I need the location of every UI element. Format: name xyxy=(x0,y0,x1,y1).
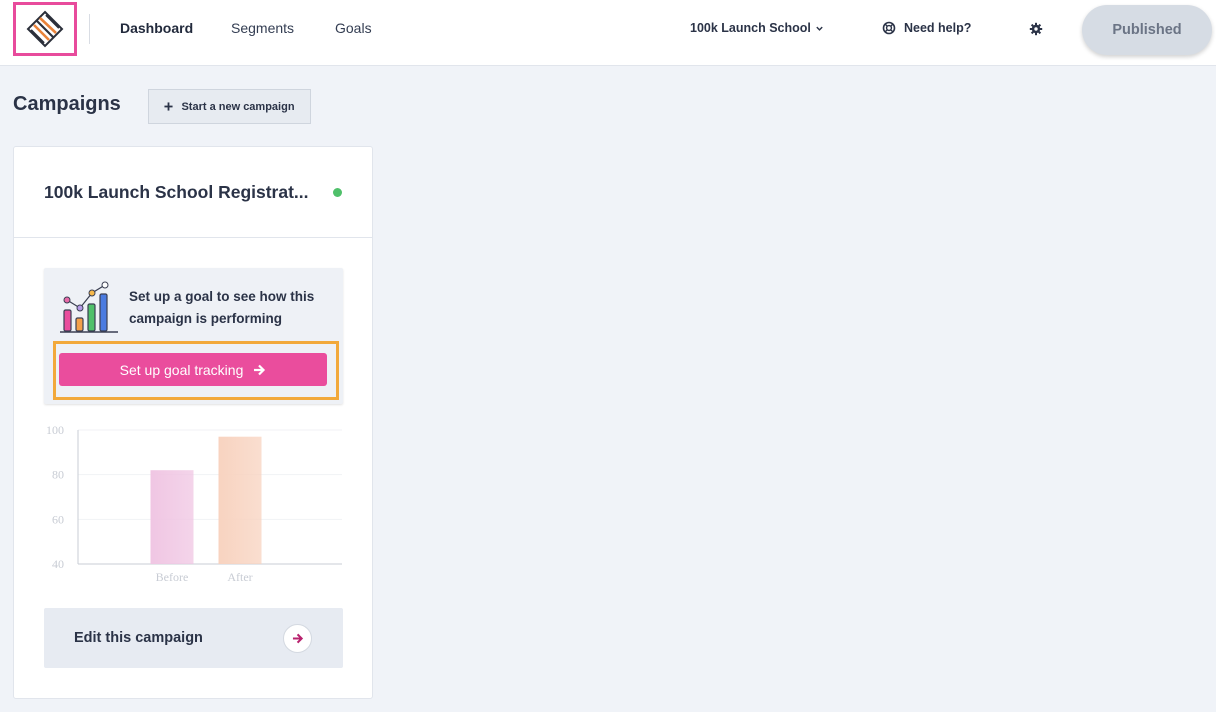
arrow-right-icon xyxy=(292,633,303,644)
striped-diamond-logo-icon xyxy=(26,10,64,48)
published-button[interactable]: Published xyxy=(1082,5,1212,55)
start-new-campaign-label: Start a new campaign xyxy=(181,100,295,113)
set-up-goal-tracking-button[interactable]: Set up goal tracking xyxy=(59,353,327,386)
nav-goals[interactable]: Goals xyxy=(335,20,372,36)
before-after-bar-chart: 40 60 80 100 Before After xyxy=(46,423,342,584)
x-tick-label: Before xyxy=(156,570,189,584)
goal-setup-panel: Set up a goal to see how this campaign i… xyxy=(44,268,343,404)
plus-icon xyxy=(164,102,174,111)
start-new-campaign-button[interactable]: Start a new campaign xyxy=(148,89,311,124)
campaign-card: 100k Launch School Registrat... Set up a… xyxy=(13,146,373,699)
status-indicator xyxy=(333,188,342,197)
goal-prompt-text: Set up a goal to see how this campaign i… xyxy=(129,289,315,326)
edit-campaign-label: Edit this campaign xyxy=(74,630,203,646)
arrow-right-icon xyxy=(254,364,266,375)
y-tick-label: 60 xyxy=(52,512,64,526)
lifebuoy-icon xyxy=(882,21,896,35)
gear-icon[interactable] xyxy=(1029,22,1043,36)
campaign-title[interactable]: 100k Launch School Registrat... xyxy=(44,182,309,203)
bar-before xyxy=(150,470,194,564)
logo-divider xyxy=(89,14,90,44)
app-logo[interactable] xyxy=(13,2,77,56)
page-title: Campaigns xyxy=(13,93,121,115)
project-selector[interactable]: 100k Launch School xyxy=(690,21,824,35)
bar-chart-illustration-icon xyxy=(60,281,118,333)
goal-button-label: Set up goal tracking xyxy=(119,361,244,378)
help-label: Need help? xyxy=(904,21,972,35)
y-tick-label: 100 xyxy=(46,423,64,437)
campaign-card-header: 100k Launch School Registrat... xyxy=(14,147,372,238)
top-navigation-bar: Dashboard Segments Goals 100k Launch Sch… xyxy=(0,0,1216,66)
help-link[interactable]: Need help? xyxy=(882,21,971,35)
bar-after xyxy=(218,436,262,564)
nav-dashboard[interactable]: Dashboard xyxy=(120,20,193,36)
nav-segments[interactable]: Segments xyxy=(231,20,294,36)
edit-arrow-button[interactable] xyxy=(283,624,312,653)
chevron-down-icon xyxy=(816,26,823,31)
edit-campaign-button[interactable]: Edit this campaign xyxy=(44,608,343,668)
y-tick-label: 40 xyxy=(52,557,64,571)
y-tick-label: 80 xyxy=(52,468,64,482)
project-name: 100k Launch School xyxy=(690,21,811,35)
x-tick-label: After xyxy=(227,570,252,584)
